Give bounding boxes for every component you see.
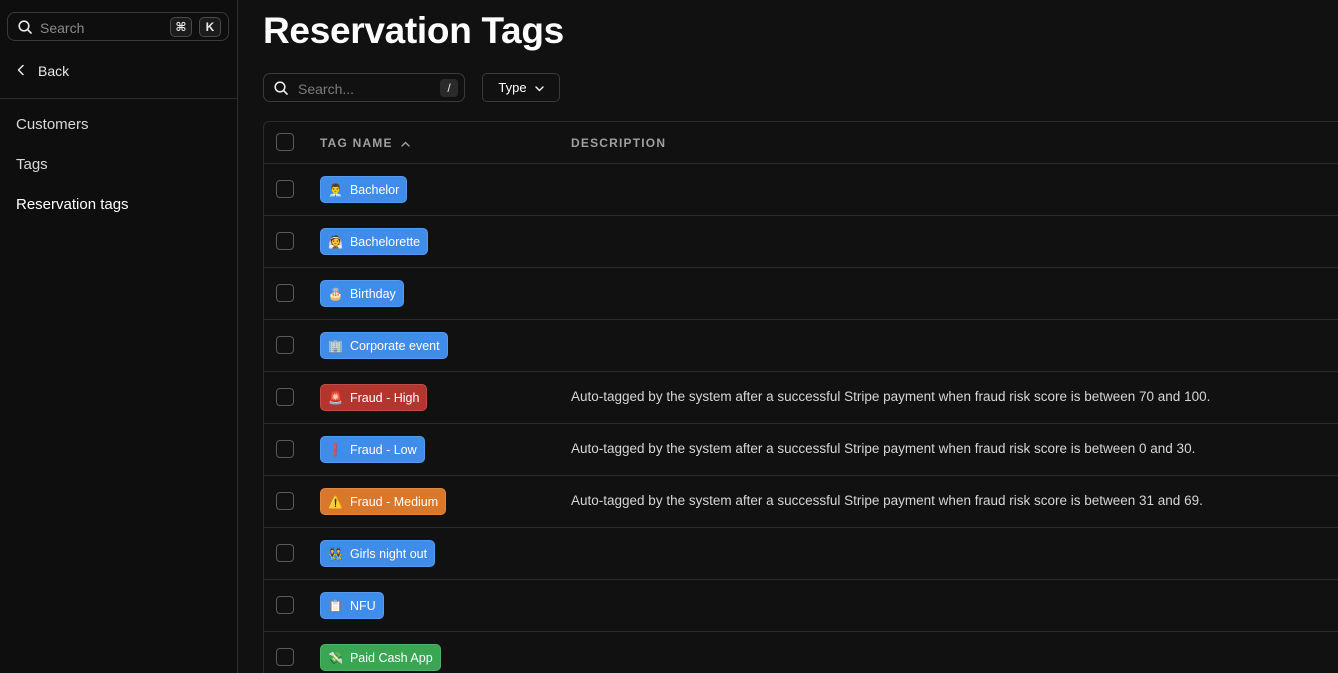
search-icon <box>18 20 32 39</box>
tag-chip[interactable]: ❗ Fraud - Low <box>320 436 425 463</box>
tag-emoji-icon: 👨‍💼 <box>328 182 343 197</box>
row-checkbox[interactable] <box>276 596 294 614</box>
tag-emoji-icon: 🚨 <box>328 390 343 405</box>
row-checkbox[interactable] <box>276 232 294 250</box>
tag-description: Auto-tagged by the system after a succes… <box>571 493 1203 508</box>
sidebar-search-placeholder: Search <box>40 20 85 36</box>
type-filter-button[interactable]: Type <box>482 73 560 102</box>
tag-emoji-icon: 🎂 <box>328 286 343 301</box>
table-row[interactable]: ⚠️ Fraud - Medium Auto-tagged by the syste… <box>264 476 1338 528</box>
tag-description: Auto-tagged by the system after a succes… <box>571 389 1211 404</box>
table-row[interactable]: 💸 Paid Cash App <box>264 632 1338 673</box>
tag-name: Girls night out <box>349 546 428 561</box>
tag-emoji-icon: 👯 <box>328 546 343 561</box>
table-row[interactable]: 🎂 Birthday <box>264 268 1338 320</box>
sidebar-search-box[interactable]: Search ⌘ K <box>7 12 229 41</box>
column-label-tag-name: TAG NAME <box>320 136 393 150</box>
tag-chip[interactable]: 👰 Bachelorette <box>320 228 429 255</box>
tag-name: Bachelor <box>349 182 400 197</box>
search-icon <box>274 81 288 100</box>
tag-name: Fraud - High <box>349 390 420 405</box>
tag-chip[interactable]: 🎂 Birthday <box>320 280 404 307</box>
tag-name: Birthday <box>349 286 396 301</box>
tag-name: Paid Cash App <box>349 650 433 665</box>
table-body: 👨‍💼 Bachelor 👰 Bachelorette 🎂 Birthday 🏢 Corpor… <box>264 164 1338 673</box>
tag-chip[interactable]: 👯 Girls night out <box>320 540 436 567</box>
select-all-checkbox[interactable] <box>276 133 294 151</box>
table-row[interactable]: 👯 Girls night out <box>264 528 1338 580</box>
table-row[interactable]: 👰 Bachelorette <box>264 216 1338 268</box>
row-checkbox[interactable] <box>276 284 294 302</box>
page-title: Reservation Tags <box>263 10 564 51</box>
row-checkbox[interactable] <box>276 648 294 666</box>
tag-emoji-icon: 👰 <box>328 234 343 249</box>
tag-name: NFU <box>349 598 376 613</box>
tag-chip[interactable]: 🚨 Fraud - High <box>320 384 428 411</box>
tag-name: Fraud - Low <box>349 442 417 457</box>
table-row[interactable]: 🏢 Corporate event <box>264 320 1338 372</box>
sidebar: Search ⌘ K Back Customers Tags Reservati… <box>0 0 238 673</box>
app: Search ⌘ K Back Customers Tags Reservati… <box>0 0 1338 673</box>
tags-table: TAG NAME DESCRIPTION 👨‍💼 Bachelor 👰 Bachelo… <box>263 121 1338 673</box>
tag-emoji-icon: ⚠️ <box>328 494 343 509</box>
chevron-down-icon <box>534 80 544 95</box>
tag-name: Corporate event <box>349 338 440 353</box>
tag-emoji-icon: 📋 <box>328 598 343 613</box>
table-header: TAG NAME DESCRIPTION <box>264 122 1338 164</box>
k-key-badge: K <box>199 17 221 37</box>
tag-chip[interactable]: 👨‍💼 Bachelor <box>320 176 408 203</box>
back-label: Back <box>38 63 70 79</box>
table-row[interactable]: ❗ Fraud - Low Auto-tagged by the system af… <box>264 424 1338 476</box>
table-row[interactable]: 👨‍💼 Bachelor <box>264 164 1338 216</box>
column-header-tag-name[interactable]: TAG NAME <box>320 136 410 150</box>
table-row[interactable]: 📋 NFU <box>264 580 1338 632</box>
tag-emoji-icon: ❗ <box>328 442 343 457</box>
row-checkbox[interactable] <box>276 180 294 198</box>
tag-chip[interactable]: 💸 Paid Cash App <box>320 644 441 671</box>
main-content: Reservation Tags / Type TAG NAME <box>238 0 1338 673</box>
tag-chip[interactable]: 📋 NFU <box>320 592 384 619</box>
type-filter-label: Type <box>498 80 527 95</box>
chevron-left-icon <box>16 63 26 79</box>
tag-chip[interactable]: 🏢 Corporate event <box>320 332 448 359</box>
tag-name: Fraud - Medium <box>349 494 439 509</box>
sidebar-item-customers[interactable]: Customers <box>16 116 89 133</box>
table-row[interactable]: 🚨 Fraud - High Auto-tagged by the system a… <box>264 372 1338 424</box>
sidebar-item-reservation-tags[interactable]: Reservation tags <box>16 196 129 213</box>
row-checkbox[interactable] <box>276 544 294 562</box>
tag-description: Auto-tagged by the system after a succes… <box>571 441 1196 456</box>
row-checkbox[interactable] <box>276 336 294 354</box>
column-header-description: DESCRIPTION <box>571 136 667 150</box>
back-button[interactable]: Back <box>16 63 69 79</box>
command-key-badge: ⌘ <box>170 17 192 37</box>
sidebar-item-tags[interactable]: Tags <box>16 156 48 173</box>
tag-search-box: / <box>263 73 465 102</box>
tag-search-input[interactable] <box>296 78 430 100</box>
row-checkbox[interactable] <box>276 440 294 458</box>
row-checkbox[interactable] <box>276 492 294 510</box>
slash-key-badge: / <box>440 79 458 97</box>
sidebar-divider <box>0 98 238 99</box>
tag-emoji-icon: 🏢 <box>328 338 343 353</box>
sort-ascending-icon <box>401 136 410 150</box>
tag-chip[interactable]: ⚠️ Fraud - Medium <box>320 488 447 515</box>
tag-emoji-icon: 💸 <box>328 650 343 665</box>
tag-name: Bachelorette <box>349 234 421 249</box>
row-checkbox[interactable] <box>276 388 294 406</box>
